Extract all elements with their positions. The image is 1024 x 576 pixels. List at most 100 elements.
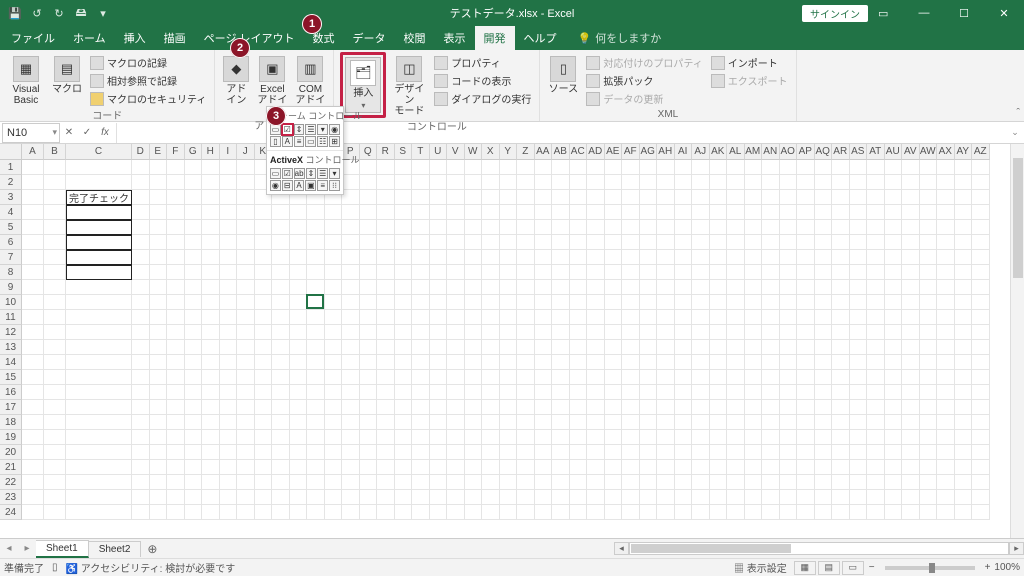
cell[interactable] [185, 175, 203, 190]
cell[interactable] [430, 295, 448, 310]
cell[interactable] [517, 505, 535, 520]
cell[interactable] [412, 340, 430, 355]
cell[interactable] [220, 190, 238, 205]
cell[interactable] [412, 220, 430, 235]
cell[interactable] [710, 430, 728, 445]
cell[interactable] [605, 175, 623, 190]
cell[interactable] [500, 445, 518, 460]
cell[interactable] [815, 280, 833, 295]
cell[interactable] [570, 415, 588, 430]
cell[interactable] [570, 295, 588, 310]
cell[interactable] [412, 190, 430, 205]
cell[interactable] [605, 430, 623, 445]
cell[interactable] [710, 355, 728, 370]
cell[interactable] [815, 445, 833, 460]
addins-button[interactable]: ◆アド イン [221, 52, 251, 106]
cell[interactable] [220, 280, 238, 295]
cell[interactable] [587, 415, 605, 430]
ax-checkbox[interactable]: ☑ [282, 168, 293, 179]
cell[interactable] [710, 340, 728, 355]
cell[interactable] [552, 325, 570, 340]
cell[interactable] [44, 220, 66, 235]
cell[interactable] [44, 475, 66, 490]
cell[interactable] [815, 430, 833, 445]
cell[interactable] [710, 490, 728, 505]
cell[interactable] [920, 265, 938, 280]
cell[interactable] [587, 490, 605, 505]
cell[interactable] [220, 430, 238, 445]
cell[interactable] [66, 280, 132, 295]
cell[interactable] [885, 325, 903, 340]
cell[interactable] [570, 325, 588, 340]
cell[interactable] [325, 220, 343, 235]
cell[interactable] [255, 295, 273, 310]
cell[interactable] [360, 175, 378, 190]
form-combo[interactable]: ▾ [317, 124, 328, 135]
cell[interactable] [22, 460, 44, 475]
cell[interactable] [535, 190, 553, 205]
cell[interactable] [66, 220, 132, 235]
cell[interactable] [22, 505, 44, 520]
cell[interactable] [850, 310, 868, 325]
cell[interactable] [745, 460, 763, 475]
cell[interactable] [325, 430, 343, 445]
cell[interactable] [640, 190, 658, 205]
cell[interactable] [955, 280, 973, 295]
cell[interactable] [150, 415, 168, 430]
cell[interactable] [692, 385, 710, 400]
cell[interactable] [360, 265, 378, 280]
cell[interactable] [692, 355, 710, 370]
cell[interactable] [780, 460, 798, 475]
cell[interactable] [202, 460, 220, 475]
cell[interactable] [535, 370, 553, 385]
cell[interactable] [395, 400, 413, 415]
cell[interactable] [255, 280, 273, 295]
cell[interactable] [290, 490, 308, 505]
cell[interactable] [710, 295, 728, 310]
cell[interactable] [815, 355, 833, 370]
cell[interactable] [920, 385, 938, 400]
cell[interactable] [290, 340, 308, 355]
cell[interactable] [517, 490, 535, 505]
cell[interactable] [167, 505, 185, 520]
cell[interactable] [237, 415, 255, 430]
col-header[interactable]: AK [710, 144, 728, 160]
cell[interactable] [552, 160, 570, 175]
cell[interactable] [727, 415, 745, 430]
tab-file[interactable]: ファイル [2, 26, 64, 50]
cell[interactable] [132, 310, 150, 325]
cell[interactable] [885, 505, 903, 520]
cell[interactable] [780, 445, 798, 460]
cell[interactable] [675, 490, 693, 505]
cell[interactable] [587, 325, 605, 340]
cell[interactable] [517, 385, 535, 400]
cell[interactable] [972, 205, 990, 220]
cell[interactable] [202, 490, 220, 505]
cell[interactable] [430, 265, 448, 280]
cell[interactable] [66, 385, 132, 400]
cell[interactable] [255, 325, 273, 340]
cell[interactable] [797, 250, 815, 265]
cell[interactable] [850, 250, 868, 265]
cell[interactable] [447, 190, 465, 205]
cell[interactable] [167, 310, 185, 325]
cell[interactable] [377, 460, 395, 475]
cell[interactable] [150, 205, 168, 220]
cell[interactable] [44, 505, 66, 520]
cell[interactable] [955, 370, 973, 385]
cell[interactable] [500, 220, 518, 235]
cell[interactable] [762, 415, 780, 430]
cell[interactable] [885, 280, 903, 295]
cell[interactable] [167, 235, 185, 250]
cell[interactable] [955, 355, 973, 370]
col-header[interactable]: G [185, 144, 203, 160]
cell[interactable] [745, 205, 763, 220]
col-header[interactable]: AH [657, 144, 675, 160]
cell[interactable] [587, 280, 605, 295]
cell[interactable] [657, 430, 675, 445]
cell[interactable] [815, 220, 833, 235]
minimize-button[interactable]: — [904, 0, 944, 26]
cell[interactable] [395, 175, 413, 190]
cell[interactable] [342, 280, 360, 295]
row-header[interactable]: 22 [0, 475, 22, 490]
